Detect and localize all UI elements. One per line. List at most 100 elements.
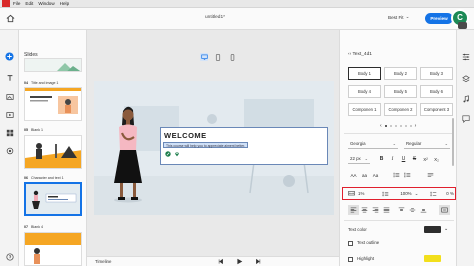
back-arrow-icon[interactable]: ‹‹ — [348, 52, 351, 57]
style-chip-body-6[interactable]: Body 6 — [420, 85, 453, 98]
highlight-label: Highlight — [357, 256, 375, 261]
interactions-icon[interactable] — [5, 146, 14, 155]
pager-dot[interactable] — [399, 125, 402, 127]
titlecase-icon[interactable]: Aa — [370, 170, 381, 180]
slide-canvas[interactable]: WELCOME This course will help you to app… — [94, 81, 334, 215]
style-chip-component-1[interactable]: Componen 1 — [348, 103, 381, 116]
menu-file[interactable]: File — [13, 1, 20, 6]
strikethrough-icon[interactable]: S — [409, 154, 420, 164]
bullet-list-icon[interactable] — [391, 170, 402, 180]
slide-label: 07 Blank 4 — [24, 225, 43, 229]
layers-tab-icon[interactable] — [461, 74, 470, 83]
chevron-down-icon: ⌄ — [405, 14, 410, 19]
mobile-view-icon[interactable] — [228, 53, 236, 61]
align-justify-icon[interactable] — [381, 205, 392, 215]
pager-dot[interactable] — [384, 125, 387, 127]
timeline-label[interactable]: Timeline — [95, 259, 111, 264]
valign-middle-icon[interactable] — [407, 205, 418, 215]
media-tool-icon[interactable] — [5, 110, 14, 119]
character-illustration — [114, 106, 142, 203]
canvas-area: WELCOME This course will help you to app… — [87, 30, 339, 256]
pager-dot[interactable] — [409, 125, 412, 127]
pager-dot[interactable] — [404, 125, 407, 127]
style-chip-body-4[interactable]: Body 4 — [348, 85, 381, 98]
menu-window[interactable]: Window — [38, 1, 54, 6]
style-chip-component-3[interactable]: Component 3 — [420, 103, 453, 116]
slide-number: 06 — [24, 176, 28, 180]
valign-bottom-icon[interactable] — [418, 205, 429, 215]
rewind-icon[interactable] — [217, 258, 224, 265]
align-center-icon[interactable] — [359, 205, 370, 215]
font-family-select[interactable]: Georgia ⌄ — [348, 138, 398, 149]
slide-heading[interactable]: WELCOME — [164, 131, 207, 140]
image-tool-icon[interactable] — [5, 92, 14, 101]
font-size-select[interactable]: 22 px ⌄ — [348, 153, 370, 164]
align-right-icon[interactable] — [370, 205, 381, 215]
help-icon[interactable] — [5, 252, 14, 261]
slides-panel: Slides 04 Title and image 1 05 Blank 1 0… — [19, 30, 87, 266]
paragraph-spacing-control[interactable]: 0 % — [430, 190, 454, 197]
italic-icon[interactable]: I — [387, 154, 398, 164]
slide-thumbnail[interactable] — [24, 58, 82, 72]
chevron-left-icon[interactable]: ‹ — [380, 123, 382, 129]
font-weight-select[interactable]: Regular ⌄ — [404, 138, 450, 149]
subscript-icon[interactable]: X₂ — [431, 154, 442, 164]
app-logo-icon — [2, 0, 10, 7]
device-switcher — [200, 53, 236, 61]
slide-thumbnail[interactable] — [24, 87, 82, 121]
fit-text-icon[interactable] — [439, 205, 450, 215]
style-chip-body-3[interactable]: Body 3 — [420, 67, 453, 80]
menu-edit[interactable]: Edit — [25, 1, 33, 6]
desktop-view-icon[interactable] — [200, 53, 208, 61]
valign-top-icon[interactable] — [396, 205, 407, 215]
edit-pencil-icon[interactable] — [165, 151, 171, 157]
pager-dot[interactable] — [389, 125, 392, 127]
selected-text-line[interactable]: This course will help you to appreciate … — [163, 142, 248, 148]
pin-icon[interactable] — [174, 151, 180, 157]
highlight-color-swatch[interactable] — [424, 255, 441, 262]
uppercase-icon[interactable]: AA — [348, 170, 359, 180]
bold-icon[interactable]: B — [376, 154, 387, 164]
text-format-toolbar: B I U S X² X₂ — [376, 154, 442, 164]
zoom-label: Best Fit — [388, 14, 404, 20]
style-chip-component-2[interactable]: Componen 2 — [384, 103, 417, 116]
comments-tab-icon[interactable] — [461, 114, 470, 123]
pager-dot[interactable] — [394, 125, 397, 127]
align-left-icon[interactable] — [348, 205, 359, 215]
superscript-icon[interactable]: X² — [420, 154, 431, 164]
style-chip-body-5[interactable]: Body 5 — [384, 85, 417, 98]
text-outline-checkbox[interactable] — [348, 241, 353, 246]
lowercase-icon[interactable]: aa — [359, 170, 370, 180]
chevron-right-icon[interactable]: › — [415, 123, 417, 129]
forward-icon[interactable] — [255, 258, 262, 265]
slide-thumbnail-selected[interactable] — [24, 182, 82, 216]
line-spacing-icon — [382, 190, 389, 197]
text-box[interactable]: WELCOME This course will help you to app… — [160, 127, 328, 165]
underline-icon[interactable]: U — [398, 154, 409, 164]
slide-thumbnail[interactable] — [24, 135, 82, 169]
properties-scrollbar[interactable] — [452, 118, 454, 166]
text-tool-icon[interactable] — [5, 73, 14, 82]
style-chip-body-1[interactable]: Body 1 — [348, 67, 381, 80]
add-icon[interactable] — [5, 52, 14, 61]
font-family-value: Georgia — [350, 141, 366, 146]
preview-button[interactable]: Preview — [425, 13, 453, 24]
audio-tab-icon[interactable] — [461, 94, 470, 103]
highlight-checkbox[interactable] — [348, 257, 353, 262]
menu-help[interactable]: Help — [60, 1, 69, 6]
line-spacing-control[interactable]: 100% ⌄ — [382, 191, 418, 197]
character-spacing-control[interactable]: 1% — [348, 190, 364, 197]
text-style-grid: Body 1 Body 2 Body 3 Body 4 Body 5 Body … — [348, 67, 453, 116]
style-chip-body-2[interactable]: Body 2 — [384, 67, 417, 80]
components-icon[interactable] — [5, 128, 14, 137]
properties-tab-icon[interactable] — [461, 52, 470, 61]
numbered-list-icon[interactable] — [402, 170, 413, 180]
zoom-dropdown[interactable]: Best Fit ⌄ — [388, 14, 409, 20]
tablet-view-icon[interactable] — [214, 53, 222, 61]
slide-thumbnail[interactable] — [24, 232, 82, 266]
text-more-options-icon[interactable] — [425, 170, 436, 180]
play-icon[interactable] — [236, 258, 243, 265]
document-title: untitled1* — [204, 15, 225, 20]
text-color-swatch[interactable] — [424, 226, 441, 233]
chevron-down-icon[interactable]: ⌄ — [444, 226, 448, 232]
